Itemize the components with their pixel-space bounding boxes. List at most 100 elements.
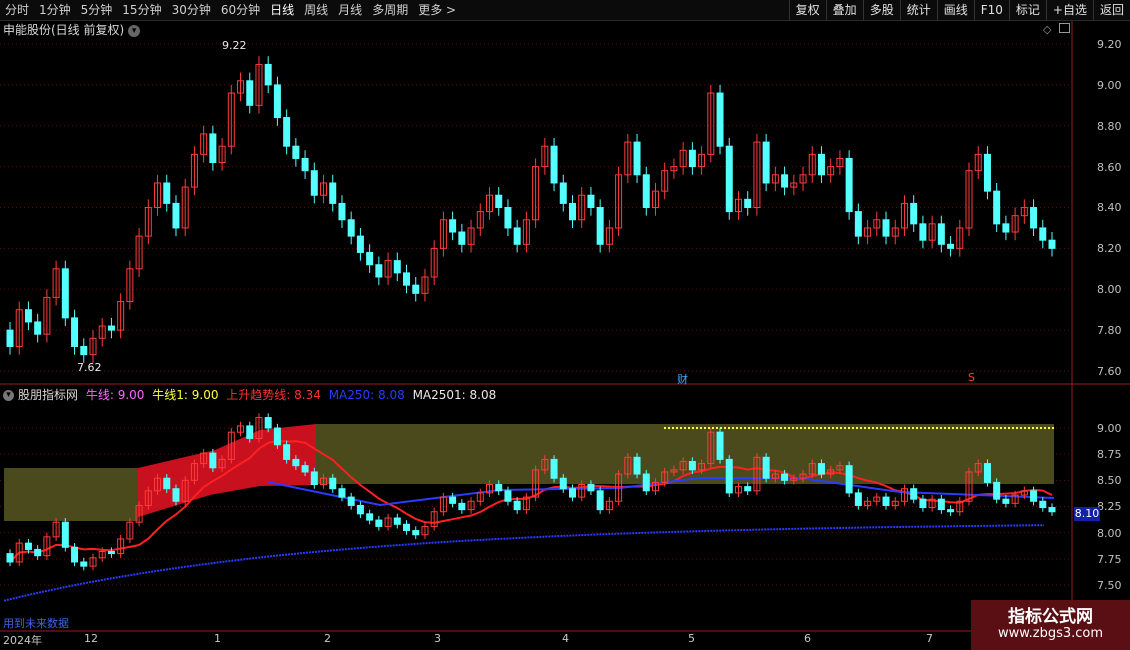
candle-body	[283, 117, 291, 147]
indicator-tick: 7.75	[1097, 553, 1122, 566]
candle-body	[338, 202, 346, 221]
candle-body	[71, 546, 79, 563]
candle-body	[356, 504, 364, 515]
candle-body	[762, 456, 770, 479]
candle-body	[24, 542, 32, 550]
candle-body	[34, 321, 42, 335]
candle-body	[403, 523, 411, 532]
candle-body	[1039, 500, 1047, 509]
finance-marker[interactable]: 财	[677, 371, 688, 387]
ma250-line	[3, 524, 1045, 602]
candle-body	[725, 458, 733, 494]
candle-body	[366, 513, 374, 521]
candle-body	[854, 211, 862, 237]
candle-body	[744, 198, 752, 208]
candle-body	[283, 444, 291, 460]
candle-body	[568, 488, 576, 498]
candle-body	[781, 473, 789, 481]
candle-body	[937, 498, 945, 511]
candle-body	[310, 170, 318, 196]
x-tick: 12	[84, 632, 98, 645]
candle-body	[550, 458, 558, 479]
candle-body	[449, 219, 457, 233]
candle-body	[495, 194, 503, 209]
x-tick: 4	[562, 632, 569, 645]
candle-body	[688, 149, 696, 168]
candle-body	[762, 141, 770, 184]
candle-body	[910, 488, 918, 500]
candle-body	[559, 477, 567, 490]
candle-body	[264, 63, 272, 86]
candle-body	[1039, 227, 1047, 241]
candle-body	[642, 174, 650, 209]
watermark-title: 指标公式网	[1008, 607, 1093, 627]
price-tick: 8.20	[1097, 242, 1122, 255]
candle-body	[983, 153, 991, 192]
candle-body	[107, 551, 115, 555]
candle-body	[983, 463, 991, 483]
candle-body	[919, 498, 927, 509]
candle-body	[329, 182, 337, 204]
candle-body	[273, 427, 281, 446]
candle-body	[375, 264, 383, 278]
candle-body	[633, 141, 641, 176]
bull-band	[4, 468, 138, 521]
price-tick: 9.20	[1097, 38, 1122, 51]
stock-name: 申能股份(日线 前复权)	[3, 23, 125, 37]
chevron-down-icon[interactable]: ▾	[3, 390, 14, 401]
indicator-title: ▾ 股朋指标网 牛线: 9.00 牛线1: 9.00 上升趋势线: 8.34 MA…	[3, 386, 500, 403]
watermark-url: www.zbgs3.com	[997, 626, 1104, 641]
candle-body	[246, 80, 254, 106]
candle-body	[71, 317, 79, 347]
candle-body	[882, 496, 890, 506]
candle-body	[80, 561, 88, 567]
candle-body	[366, 251, 374, 266]
price-tick: 8.80	[1097, 120, 1122, 133]
chevron-down-icon[interactable]: ▾	[128, 24, 141, 37]
stock-title: 申能股份(日线 前复权) ▾	[3, 21, 141, 38]
price-tick: 9.00	[1097, 79, 1122, 92]
candle-body	[292, 458, 300, 467]
candle-body	[458, 231, 466, 245]
window-icon[interactable]	[1059, 23, 1070, 33]
candle-body	[1030, 490, 1038, 502]
low-price-label: 7.62	[77, 361, 102, 374]
current-price-tag: 8.10	[1074, 507, 1100, 521]
s-marker[interactable]: S	[968, 371, 975, 384]
candle-body	[1002, 223, 1010, 233]
candle-body	[61, 268, 69, 319]
indicator-tick: 9.00	[1097, 422, 1122, 435]
candle-body	[993, 190, 1001, 225]
indicator-tick: 8.50	[1097, 474, 1122, 487]
candle-body	[947, 509, 955, 513]
kline-chart[interactable]	[0, 0, 1130, 650]
candle-body	[817, 463, 825, 475]
x-tick: 2	[324, 632, 331, 645]
candle-body	[393, 260, 401, 274]
price-tick: 8.40	[1097, 201, 1122, 214]
candle-body	[1048, 239, 1056, 249]
candle-body	[61, 521, 69, 548]
candle-body	[504, 207, 512, 229]
candle-body	[744, 486, 752, 492]
indicator-niuxian1: 牛线1: 9.00	[152, 388, 219, 402]
candle-body	[347, 219, 355, 237]
candle-body	[347, 496, 355, 506]
candle-body	[403, 272, 411, 286]
x-tick: 5	[688, 632, 695, 645]
candle-body	[495, 484, 503, 492]
diamond-icon[interactable]: ◇	[1043, 23, 1051, 36]
x-tick: 6	[804, 632, 811, 645]
candle-body	[375, 519, 383, 527]
candle-body	[209, 133, 217, 164]
candle-body	[172, 202, 180, 229]
indicator-tick: 8.75	[1097, 448, 1122, 461]
candle-body	[947, 243, 955, 249]
candle-body	[587, 194, 595, 209]
candle-body	[568, 202, 576, 221]
candle-body	[301, 465, 309, 473]
candle-body	[642, 473, 650, 492]
x-tick: 3	[434, 632, 441, 645]
candle-body	[587, 484, 595, 492]
candle-body	[412, 284, 420, 294]
